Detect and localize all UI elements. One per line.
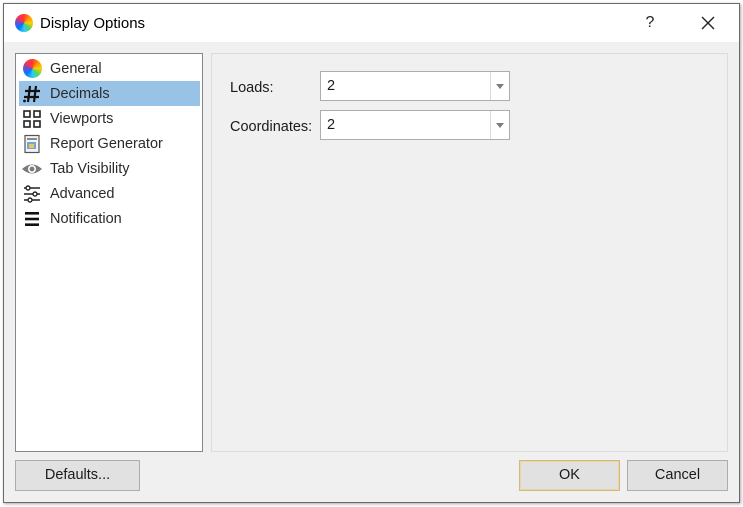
nav-item-decimals[interactable]: Decimals bbox=[19, 81, 200, 106]
report-icon bbox=[21, 133, 43, 155]
sliders-icon bbox=[21, 183, 43, 205]
loads-label: Loads: bbox=[230, 80, 274, 96]
category-list: General Decimals Viewports Report Genera… bbox=[15, 53, 203, 452]
hash-icon bbox=[21, 83, 43, 105]
nav-label-viewports: Viewports bbox=[50, 110, 114, 127]
nav-item-tab-visibility[interactable]: Tab Visibility bbox=[19, 156, 200, 181]
chevron-down-icon bbox=[496, 83, 504, 89]
chevron-down-icon bbox=[496, 122, 504, 128]
eye-icon bbox=[21, 158, 43, 180]
nav-label-decimals: Decimals bbox=[50, 85, 110, 102]
nav-item-report-generator[interactable]: Report Generator bbox=[19, 131, 200, 156]
defaults-button[interactable]: Defaults... bbox=[15, 460, 140, 491]
help-button[interactable]: ? bbox=[632, 12, 668, 36]
nav-label-tab-visibility: Tab Visibility bbox=[50, 160, 130, 177]
decimals-settings-panel: Loads: 2 Coordinates: 2 bbox=[211, 53, 728, 452]
loads-dropdown[interactable]: 2 bbox=[320, 71, 510, 101]
coordinates-label: Coordinates: bbox=[230, 119, 313, 135]
viewports-grid-icon bbox=[21, 108, 43, 130]
coordinates-value: 2 bbox=[327, 117, 336, 133]
color-wheel-icon bbox=[21, 58, 43, 80]
nav-label-advanced: Advanced bbox=[50, 185, 115, 202]
display-options-dialog: Display Options ? General Decimals Viewp… bbox=[3, 3, 740, 503]
loads-dropdown-arrow[interactable] bbox=[490, 72, 509, 100]
nav-item-viewports[interactable]: Viewports bbox=[19, 106, 200, 131]
title-bar: Display Options ? bbox=[4, 4, 739, 42]
coordinates-dropdown-arrow[interactable] bbox=[490, 111, 509, 139]
close-icon bbox=[701, 16, 715, 30]
nav-label-report-generator: Report Generator bbox=[50, 135, 163, 152]
nav-item-notification[interactable]: Notification bbox=[19, 206, 200, 231]
nav-item-general[interactable]: General bbox=[19, 56, 200, 81]
ok-button[interactable]: OK bbox=[519, 460, 620, 491]
coordinates-dropdown[interactable]: 2 bbox=[320, 110, 510, 140]
close-button[interactable] bbox=[690, 12, 726, 36]
nav-item-advanced[interactable]: Advanced bbox=[19, 181, 200, 206]
cancel-button[interactable]: Cancel bbox=[627, 460, 728, 491]
color-wheel-app-icon bbox=[15, 14, 33, 32]
nav-label-general: General bbox=[50, 60, 102, 77]
window-title: Display Options bbox=[40, 15, 146, 32]
nav-label-notification: Notification bbox=[50, 210, 122, 227]
menu-lines-icon bbox=[21, 208, 43, 230]
loads-value: 2 bbox=[327, 78, 336, 94]
